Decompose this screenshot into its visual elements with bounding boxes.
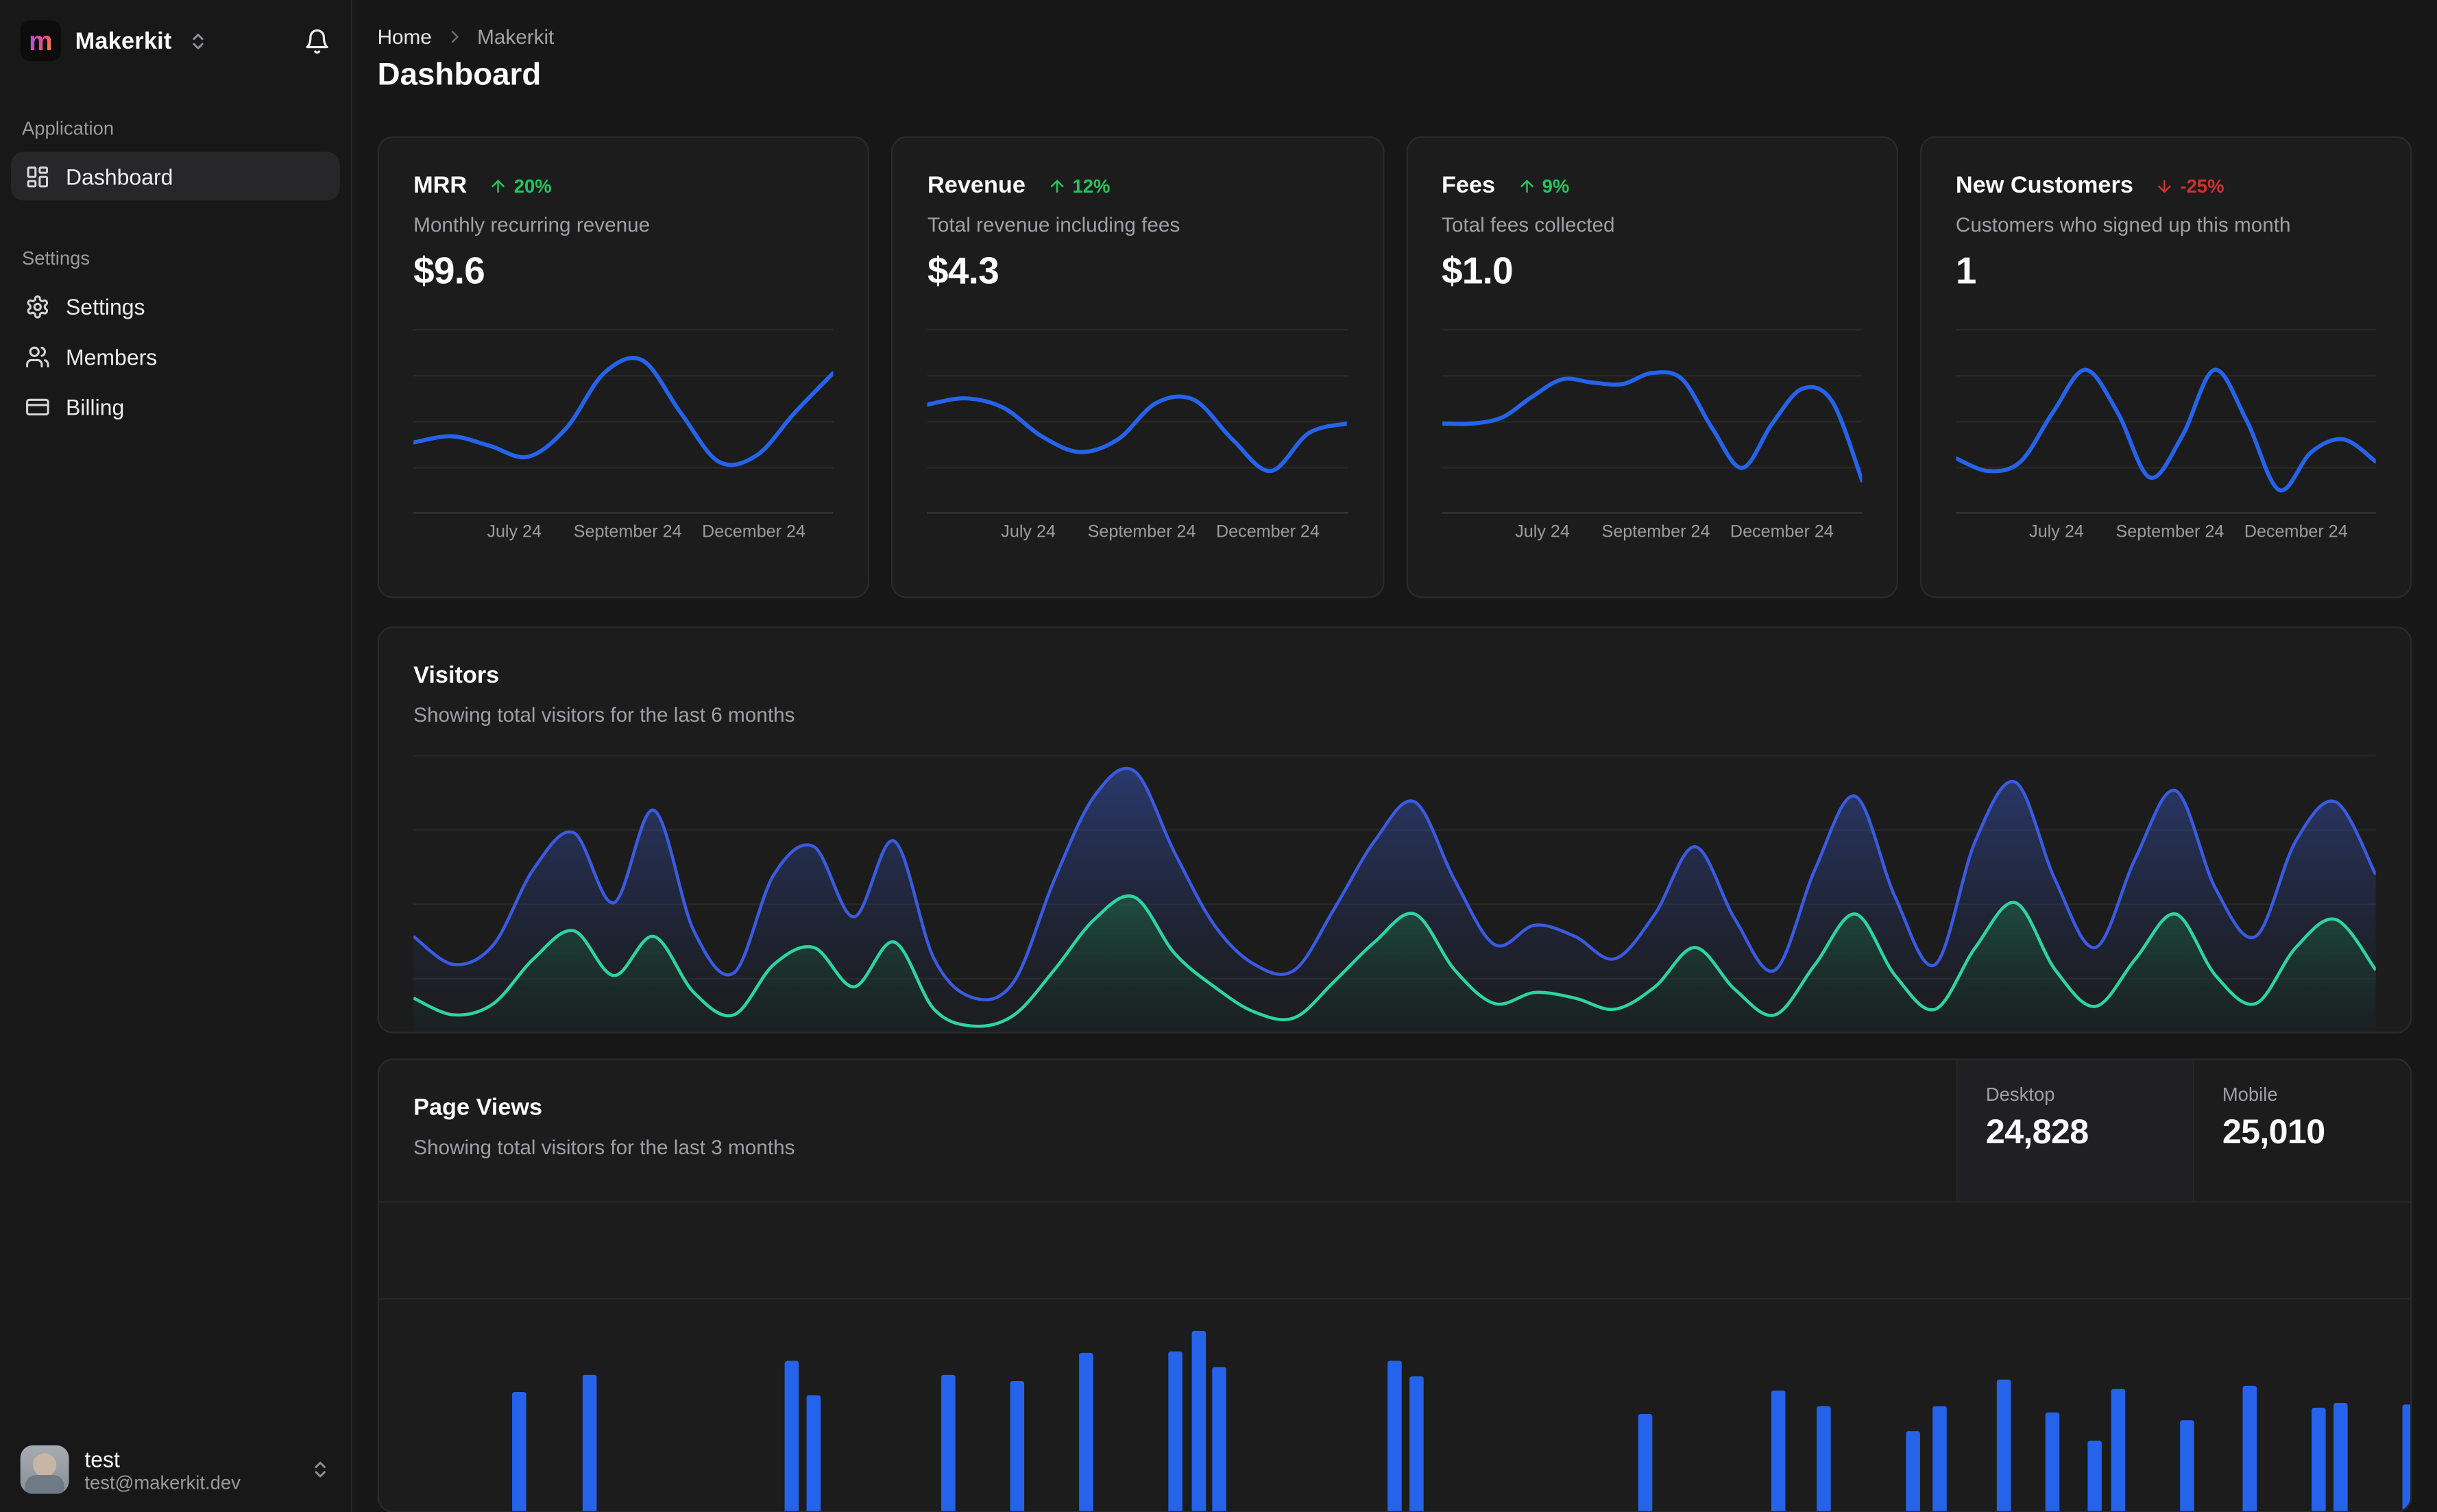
user-menu[interactable]: test test@makerkit.dev: [0, 1426, 351, 1512]
sidebar-item-settings[interactable]: Settings: [11, 282, 340, 330]
stat-value: 1: [1955, 251, 1977, 294]
page-title: Dashboard: [377, 58, 542, 93]
stat-delta: -25%: [2155, 176, 2224, 198]
fees-trend-chart: [1441, 329, 1862, 515]
user-email: test@makerkit.dev: [84, 1471, 241, 1493]
users-icon: [25, 343, 51, 369]
stat-card-new-customers: New Customers -25% Customers who signed …: [1919, 136, 2412, 599]
stat-card-mrr: MRR 20% Monthly recurring revenue $9.6 J…: [377, 136, 870, 599]
stat-description: Monthly recurring revenue: [413, 213, 651, 237]
x-axis-labels: July 24 September 24 December 24: [1515, 523, 1834, 543]
arrow-up-icon: [492, 180, 505, 194]
user-name: test: [84, 1446, 120, 1472]
sidebar-item-members[interactable]: Members: [11, 332, 340, 380]
sidebar-item-label: Settings: [65, 293, 145, 319]
stat-delta: 9%: [1517, 176, 1569, 198]
breadcrumb-current[interactable]: Makerkit: [477, 25, 554, 49]
sidebar-section-settings: Settings: [21, 247, 90, 269]
x-axis-labels: July 24 September 24 December 24: [2029, 523, 2348, 543]
x-axis-labels: July 24 September 24 December 24: [1001, 523, 1320, 543]
stat-title: Fees: [1441, 173, 1496, 200]
sidebar-section-application: Application: [21, 117, 114, 140]
sidebar-item-label: Billing: [65, 393, 125, 419]
stat-title: MRR: [413, 173, 468, 200]
stat-card-revenue: Revenue 12% Total revenue including fees…: [891, 136, 1384, 599]
visitors-area-chart: [413, 755, 2376, 1032]
sidebar: m Makerkit Application Dashboard Setting…: [0, 0, 353, 1512]
page-views-description: Showing total visitors for the last 3 mo…: [413, 1135, 795, 1159]
workspace-name: Makerkit: [75, 27, 172, 54]
dashboard-icon: [25, 164, 51, 189]
sidebar-item-label: Dashboard: [65, 163, 173, 189]
stat-title: New Customers: [1955, 173, 2133, 200]
page-views-bar-chart: [378, 1217, 2410, 1511]
arrow-down-icon: [2158, 180, 2171, 194]
sidebar-item-label: Members: [65, 343, 158, 369]
customers-trend-chart: [1955, 329, 2376, 515]
x-axis-labels: July 24 September 24 December 24: [487, 523, 805, 543]
breadcrumb-home-link[interactable]: Home: [378, 25, 432, 49]
stat-description: Total fees collected: [1441, 213, 1615, 237]
chevron-right-icon: [444, 27, 465, 47]
mobile-total: 25,010: [2222, 1112, 2325, 1151]
stat-card-fees: Fees 9% Total fees collected $1.0 July 2…: [1405, 136, 1898, 599]
main-content: Home Makerkit Dashboard MRR 20% Monthly …: [352, 0, 2437, 1512]
page-views-card: Page Views Showing total visitors for th…: [377, 1058, 2412, 1512]
arrow-up-icon: [1050, 180, 1063, 194]
chevrons-up-down-icon: [187, 31, 208, 51]
mrr-trend-chart: [413, 329, 834, 515]
visitors-title: Visitors: [413, 663, 500, 690]
toggle-mobile[interactable]: Mobile 25,010: [2192, 1060, 2410, 1202]
workspace-switcher[interactable]: m Makerkit: [20, 20, 208, 62]
app-window: m Makerkit Application Dashboard Setting…: [0, 0, 2437, 1512]
makerkit-logo: m: [20, 20, 62, 62]
stat-description: Total revenue including fees: [927, 213, 1180, 237]
chevrons-up-down-icon: [310, 1459, 330, 1480]
stat-delta: 12%: [1047, 176, 1110, 198]
stat-value: $1.0: [1441, 251, 1514, 294]
arrow-up-icon: [1520, 180, 1533, 194]
stat-value: $4.3: [927, 251, 999, 294]
stat-delta: 20%: [489, 176, 552, 198]
visitors-description: Showing total visitors for the last 6 mo…: [413, 703, 795, 727]
gear-icon: [25, 293, 51, 319]
breadcrumb: Home Makerkit: [378, 25, 2412, 49]
sidebar-item-billing[interactable]: Billing: [11, 382, 340, 430]
stat-title: Revenue: [927, 173, 1026, 200]
visitors-card: Visitors Showing total visitors for the …: [377, 626, 2412, 1034]
revenue-trend-chart: [927, 329, 1348, 515]
toggle-desktop[interactable]: Desktop 24,828: [1956, 1060, 2193, 1202]
user-avatar: [20, 1445, 69, 1494]
page-views-title: Page Views: [413, 1094, 543, 1121]
credit-card-icon: [25, 394, 51, 419]
notifications-bell-icon[interactable]: [304, 27, 330, 54]
stat-cards-row: MRR 20% Monthly recurring revenue $9.6 J…: [377, 136, 2412, 599]
desktop-total: 24,828: [1985, 1112, 2089, 1151]
stat-value: $9.6: [413, 251, 485, 294]
stat-description: Customers who signed up this month: [1955, 213, 2291, 237]
sidebar-item-dashboard[interactable]: Dashboard: [10, 151, 340, 201]
